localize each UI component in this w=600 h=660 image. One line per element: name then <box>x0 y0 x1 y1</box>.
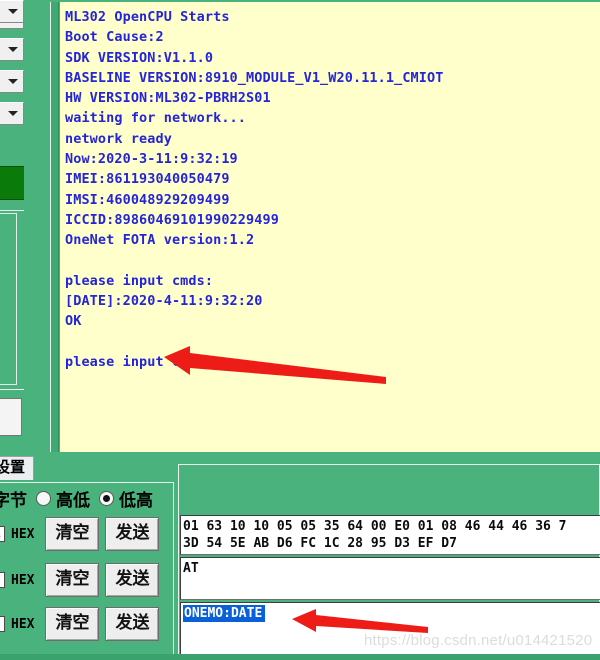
command-input-selected-text: ONEMO:DATE <box>183 605 265 622</box>
clear-button[interactable]: 清空 <box>45 607 99 641</box>
send-fields-panel: 01 63 10 10 05 05 35 64 00 E0 01 08 46 4… <box>178 464 600 660</box>
console-line: IMEI:861193040050479 <box>65 169 600 189</box>
send-row: HEX 清空 发送 <box>0 513 165 555</box>
clear-button[interactable]: 清空 <box>45 517 99 551</box>
chevron-down-icon <box>8 111 18 116</box>
console-line: [DATE]:2020-4-11:9:32:20 <box>65 291 600 311</box>
byte-order-option-high-low: 高低 <box>56 486 90 511</box>
byte-order-radio-low-high[interactable] <box>99 491 114 506</box>
hex-label: HEX <box>11 573 34 588</box>
console-output[interactable]: ML302 OpenCPU StartsBoot Cause:2SDK VERS… <box>60 2 600 452</box>
console-line: SDK VERSION:V1.1.0 <box>65 48 600 68</box>
hex-checkbox[interactable] <box>0 572 5 588</box>
console-line: ICCID:89860469101990229499 <box>65 210 600 230</box>
watermark: https://blog.csdn.net/u014421520 <box>364 632 592 649</box>
sidebar-text-box[interactable] <box>0 398 22 436</box>
chevron-down-icon <box>8 47 18 52</box>
options-group-inner <box>0 213 17 385</box>
parity-select[interactable] <box>0 102 24 125</box>
chevron-down-icon <box>8 9 18 14</box>
console-line: OneNet FOTA version:1.2 <box>65 230 600 250</box>
console-line: ML302 OpenCPU Starts <box>65 7 600 27</box>
byte-order-option-low-high: 低高 <box>119 486 153 511</box>
serial-terminal-window: 设置 ML302 OpenCPU StartsBoot Cause:2SDK V… <box>0 0 600 660</box>
open-port-button[interactable] <box>0 166 26 200</box>
window-bottom-edge <box>0 654 600 660</box>
send-button[interactable]: 发送 <box>105 517 159 551</box>
console-line: IMSI:460048929209499 <box>65 190 600 210</box>
command-input[interactable]: ONEMO:DATE <box>180 602 600 659</box>
send-row: HEX 清空 发送 <box>0 559 165 601</box>
console-line: Now:2020-3-11:9:32:19 <box>65 149 600 169</box>
stopbits-select[interactable] <box>0 0 24 23</box>
tab-strip: 设置 <box>0 456 180 480</box>
console-line: waiting for network... <box>65 108 600 128</box>
console-line: network ready <box>65 129 600 149</box>
console-line: please input cmds: <box>65 271 600 291</box>
databits-select[interactable] <box>0 70 24 93</box>
hex-checkbox[interactable] <box>0 526 5 542</box>
byte-order-label: 字节 <box>0 486 27 511</box>
console-line: please input cmds: <box>65 352 600 372</box>
console-line <box>65 251 600 271</box>
chevron-down-icon <box>8 79 18 84</box>
hex-data-input[interactable]: 01 63 10 10 05 05 35 64 00 E0 01 08 46 4… <box>180 515 600 555</box>
hex-checkbox[interactable] <box>0 616 5 632</box>
baud-select[interactable] <box>0 38 24 61</box>
send-options-panel: 字节 高低 低高 HEX 清空 发送 HEX 清空 发送 HEX 清空 发送 <box>0 482 174 660</box>
console-line: BASELINE VERSION:8910_MODULE_V1_W20.11.1… <box>65 68 600 88</box>
console-frame: ML302 OpenCPU StartsBoot Cause:2SDK VERS… <box>24 0 600 455</box>
clear-button[interactable]: 清空 <box>45 563 99 597</box>
byte-order-radio-high-low[interactable] <box>36 491 51 506</box>
byte-order-row: 字节 高低 低高 <box>0 485 153 511</box>
hex-label: HEX <box>11 527 34 542</box>
send-row: HEX 清空 发送 <box>0 603 165 645</box>
console-line: OK <box>65 311 600 331</box>
send-button[interactable]: 发送 <box>105 563 159 597</box>
tab-settings[interactable]: 设置 <box>0 456 34 480</box>
console-line: HW VERSION:ML302-PBRH2S01 <box>65 88 600 108</box>
at-command-input[interactable]: AT <box>180 557 600 600</box>
console-line: Boot Cause:2 <box>65 27 600 47</box>
options-group-box <box>0 210 26 390</box>
send-button[interactable]: 发送 <box>105 607 159 641</box>
console-line <box>65 332 600 352</box>
hex-label: HEX <box>11 617 34 632</box>
console-scrollbar[interactable] <box>50 2 59 452</box>
